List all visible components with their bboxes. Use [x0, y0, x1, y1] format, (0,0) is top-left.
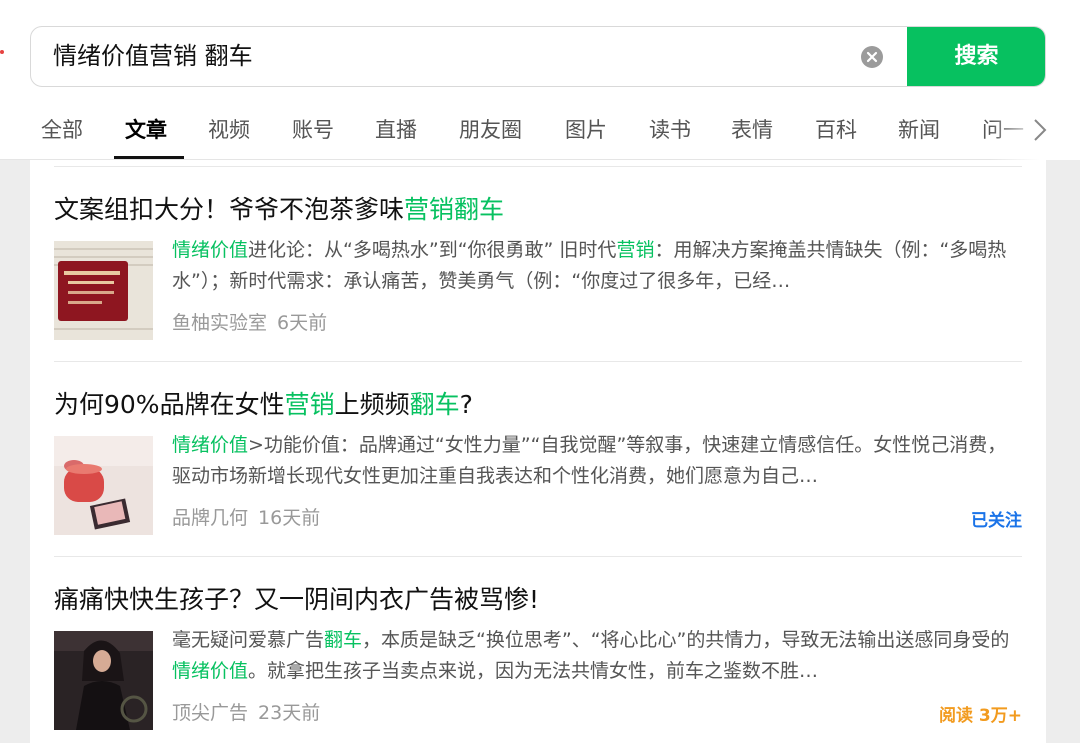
source-account[interactable]: 品牌几何: [172, 507, 248, 529]
result-title[interactable]: 为何90%品牌在女性营销上频频翻车?: [54, 385, 473, 421]
notification-dot: [0, 50, 4, 54]
divider: [54, 166, 1022, 167]
result-summary: 毫无疑问爱慕广告翻车，本质是缺乏“换位思考”、“将心比心”的共情力，导致无法输出…: [172, 625, 1022, 687]
result-thumbnail[interactable]: [54, 631, 153, 730]
title-text: 为何90%品牌在女性: [54, 390, 285, 419]
results-list: 文案组扣大分！爷爷不泡茶爹味营销翻车 情绪价值进化论：从“多喝热水”到“你很勇敢…: [30, 160, 1046, 743]
summary-text: 。就拿把生孩子当卖点来说，因为无法共情女性，前车之鉴数不胜…: [248, 660, 819, 682]
publish-time: 6天前: [277, 312, 328, 334]
result-summary: 情绪价值进化论：从“多喝热水”到“你很勇敢” 旧时代营销：用解决方案掩盖共情缺失…: [172, 235, 1022, 297]
search-box: 搜索: [30, 26, 1046, 87]
tab-accounts[interactable]: 账号: [292, 114, 334, 144]
clear-circle-icon[interactable]: [860, 45, 884, 69]
tab-encyclopedia[interactable]: 百科: [815, 114, 857, 144]
title-text: 文案组扣大分！爷爷不泡茶爹味: [54, 195, 405, 224]
tab-bar: 全部 文章 视频 账号 直播 朋友圈 图片 读书 表情 百科 新闻 问一: [0, 100, 1080, 160]
summary-text: ，本质是缺乏“换位思考”、“将心比心”的共情力，导致无法输出送感同身受的: [362, 629, 1010, 651]
chevron-right-icon[interactable]: [1030, 116, 1050, 144]
summary-highlight: 翻车: [324, 629, 363, 651]
tab-reading[interactable]: 读书: [649, 114, 691, 144]
summary-highlight: 营销: [616, 239, 655, 261]
result-title[interactable]: 文案组扣大分！爷爷不泡茶爹味营销翻车: [54, 190, 504, 226]
summary-text: >功能价值：品牌通过“女性力量”“自我觉醒”等叙事，快速建立情感信任。女性悦己消…: [172, 434, 1007, 487]
active-tab-indicator: [114, 156, 184, 159]
tab-news[interactable]: 新闻: [898, 114, 940, 144]
search-button[interactable]: 搜索: [907, 27, 1045, 86]
tab-moments[interactable]: 朋友圈: [459, 114, 522, 144]
result-summary: 情绪价值>功能价值：品牌通过“女性力量”“自我觉醒”等叙事，快速建立情感信任。女…: [172, 430, 1022, 492]
divider: [54, 556, 1022, 557]
divider: [54, 361, 1022, 362]
tab-all[interactable]: 全部: [41, 114, 83, 144]
result-thumbnail[interactable]: [54, 436, 153, 535]
tab-videos[interactable]: 视频: [208, 114, 250, 144]
summary-highlight: 情绪价值: [172, 239, 249, 261]
title-highlight: 翻车: [409, 390, 460, 419]
tab-live[interactable]: 直播: [375, 114, 417, 144]
tab-stickers[interactable]: 表情: [731, 114, 773, 144]
summary-text: 进化论：从“多喝热水”到“你很勇敢” 旧时代: [248, 239, 617, 261]
title-highlight: 营销: [284, 390, 335, 419]
result-meta: 鱼柚实验室 6天前: [172, 308, 327, 335]
search-header: 搜索 全部 文章 视频 账号 直播 朋友圈 图片 读书 表情 百科 新闻 问一: [0, 0, 1080, 160]
source-account[interactable]: 鱼柚实验室: [172, 312, 267, 334]
title-text: ?: [459, 390, 473, 419]
summary-highlight: 情绪价值: [172, 434, 249, 456]
read-count-badge: 阅读 3万+: [939, 706, 1022, 726]
source-account[interactable]: 顶尖广告: [172, 702, 248, 724]
result-title[interactable]: 痛痛快快生孩子？又一阴间内衣广告被骂惨!: [54, 580, 539, 616]
title-text: 上频频: [334, 390, 410, 419]
tab-images[interactable]: 图片: [565, 114, 607, 144]
result-meta: 品牌几何 16天前: [172, 503, 320, 530]
title-text: 痛痛快快生孩子？又一阴间内衣广告被骂惨!: [54, 585, 540, 614]
followed-badge: 已关注: [971, 511, 1022, 531]
publish-time: 16天前: [258, 507, 321, 529]
publish-time: 23天前: [258, 702, 321, 724]
result-thumbnail[interactable]: [54, 241, 153, 340]
search-input[interactable]: [53, 27, 853, 86]
result-meta: 顶尖广告 23天前: [172, 698, 320, 725]
tab-articles[interactable]: 文章: [125, 114, 167, 144]
title-highlight: 营销翻车: [404, 195, 505, 224]
summary-highlight: 情绪价值: [172, 660, 249, 682]
summary-text: 毫无疑问爱慕广告: [172, 629, 325, 651]
